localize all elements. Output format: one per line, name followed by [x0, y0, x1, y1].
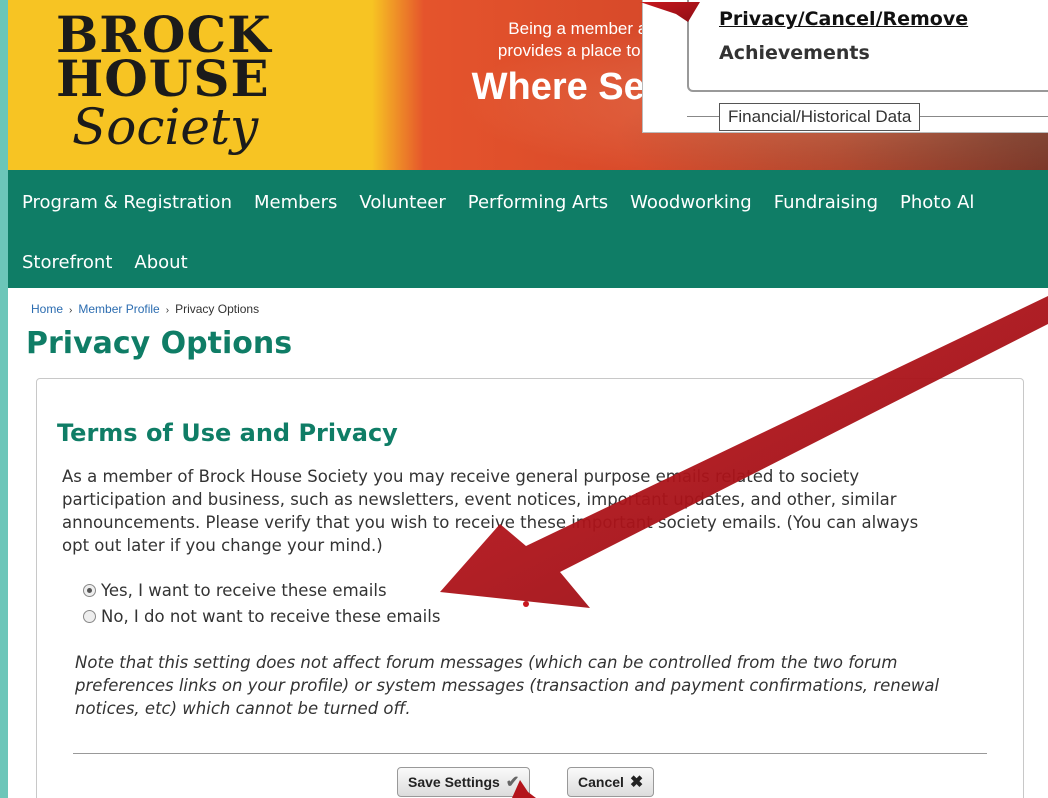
- card-divider: [73, 753, 987, 754]
- logo-line-3: Society: [72, 98, 259, 156]
- save-settings-button[interactable]: Save Settings ✔: [397, 767, 531, 797]
- email-opt-in-no[interactable]: No, I do not want to receive these email…: [83, 607, 440, 626]
- tagline-line-2: provides a place to bui: [497, 41, 668, 60]
- nav-members[interactable]: Members: [254, 188, 337, 218]
- radio-no[interactable]: [83, 610, 96, 623]
- privacy-card: Terms of Use and Privacy As a member of …: [36, 378, 1024, 798]
- tagline-headline: Where Sen: [471, 66, 668, 108]
- breadcrumb-current: Privacy Options: [175, 302, 260, 316]
- nav-storefront[interactable]: Storefront: [22, 248, 112, 278]
- nav-photo-album[interactable]: Photo Al: [900, 188, 974, 218]
- tagline-line-1: Being a member at B: [508, 19, 668, 38]
- financial-historical-data-label: Financial/Historical Data: [719, 103, 921, 131]
- privacy-cancel-remove-link[interactable]: Privacy/Cancel/Remove: [719, 8, 968, 30]
- breadcrumb: Home › Member Profile › Privacy Options: [31, 302, 259, 316]
- email-opt-in-yes[interactable]: Yes, I want to receive these emails: [83, 581, 387, 600]
- cancel-button-label: Cancel: [578, 774, 624, 790]
- save-button-label: Save Settings: [408, 774, 500, 790]
- nav-volunteer[interactable]: Volunteer: [359, 188, 445, 218]
- nav-performing-arts[interactable]: Performing Arts: [468, 188, 608, 218]
- settings-note: Note that this setting does not affect f…: [75, 653, 940, 718]
- checkmark-icon: ✔: [505, 774, 520, 791]
- nav-program-registration[interactable]: Program & Registration: [22, 188, 232, 218]
- terms-heading: Terms of Use and Privacy: [57, 419, 398, 447]
- nav-fundraising[interactable]: Fundraising: [774, 188, 878, 218]
- option-no-label: No, I do not want to receive these email…: [101, 607, 441, 626]
- terms-paragraph: As a member of Brock House Society you m…: [62, 467, 919, 555]
- brock-house-logo[interactable]: BROCK HOUSE Society: [54, 2, 284, 162]
- nav-row-1: Program & Registration Members Volunteer…: [22, 188, 996, 218]
- page-title: Privacy Options: [26, 326, 293, 361]
- breadcrumb-home[interactable]: Home: [31, 302, 63, 316]
- breadcrumb-separator-icon: ›: [69, 305, 73, 316]
- radio-yes[interactable]: [83, 584, 96, 597]
- nav-about[interactable]: About: [134, 248, 187, 278]
- profile-menu-popup: Privacy/Cancel/Remove Achievements Finan…: [642, 0, 1048, 133]
- page: BROCK HOUSE Society Being a member at B …: [8, 0, 1048, 798]
- achievements-link[interactable]: Achievements: [719, 42, 870, 64]
- nav-woodworking[interactable]: Woodworking: [630, 188, 752, 218]
- cancel-button[interactable]: Cancel ✖: [567, 767, 655, 797]
- main-nav: Program & Registration Members Volunteer…: [8, 170, 1048, 288]
- banner-tagline: Being a member at B provides a place to …: [408, 18, 668, 110]
- breadcrumb-member-profile[interactable]: Member Profile: [78, 302, 159, 316]
- logo-line-2: HOUSE: [56, 49, 270, 108]
- breadcrumb-separator-icon: ›: [165, 305, 170, 316]
- option-yes-label: Yes, I want to receive these emails: [101, 581, 387, 600]
- nav-row-2: Storefront About: [22, 248, 210, 278]
- close-icon: ✖: [629, 774, 644, 791]
